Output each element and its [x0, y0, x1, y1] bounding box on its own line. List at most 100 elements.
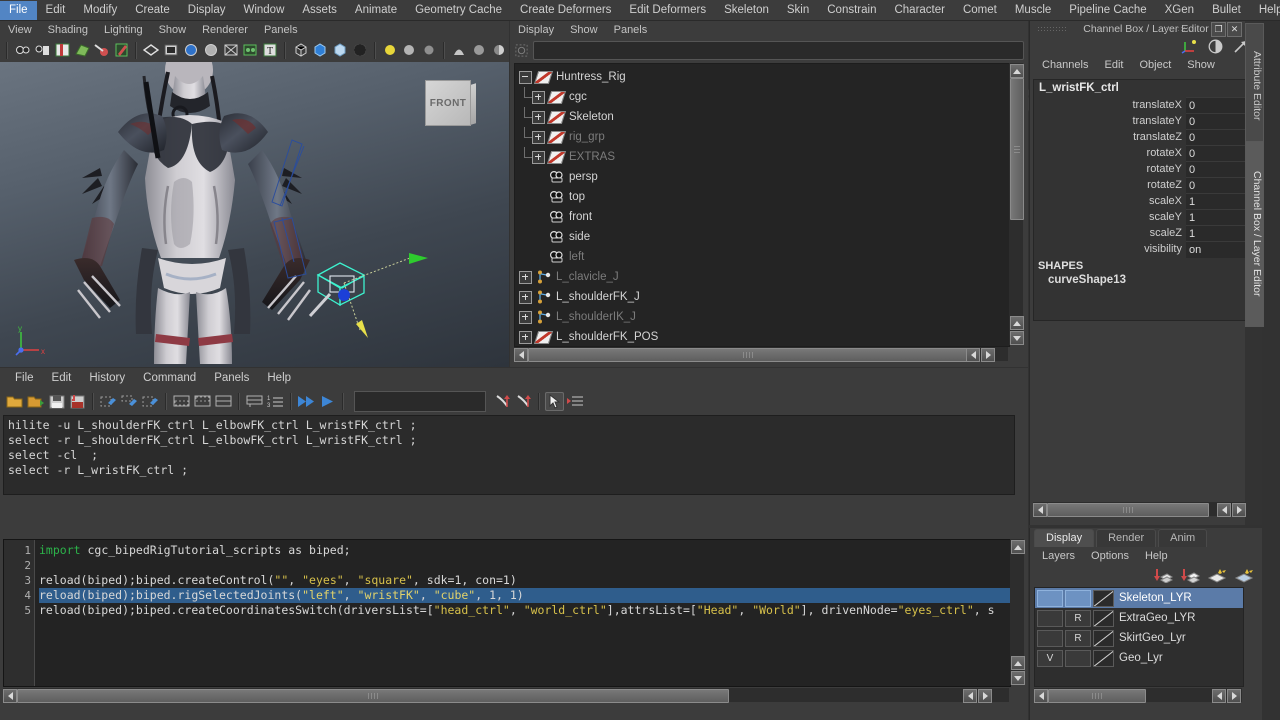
camera-settings-icon[interactable] — [33, 41, 51, 60]
outliner-horizontal-scrollbar[interactable] — [514, 347, 1008, 362]
view-cube[interactable]: FRONT — [425, 80, 471, 126]
anti-alias-icon[interactable] — [470, 41, 488, 60]
channel-box-shape-name[interactable]: curveShape13 — [1034, 273, 1247, 287]
outliner-hscroll-left-button[interactable] — [514, 348, 528, 362]
viewport-menu-show[interactable]: Show — [151, 22, 195, 38]
menu-item-animate[interactable]: Animate — [346, 1, 406, 20]
layer-hscrollbar[interactable] — [1034, 688, 1242, 703]
outliner-row[interactable]: left — [515, 247, 993, 267]
input-hscroll-left2-button[interactable] — [963, 689, 977, 703]
expand-button[interactable] — [519, 330, 532, 344]
script-menu-command[interactable]: Command — [134, 369, 205, 388]
layer-tab-render[interactable]: Render — [1096, 529, 1157, 547]
expand-button[interactable] — [519, 290, 532, 304]
layer-hscroll-left2-button[interactable] — [1212, 689, 1226, 703]
menu-item-help[interactable]: Help — [1250, 1, 1280, 20]
menu-item-character[interactable]: Character — [885, 1, 954, 20]
layer-color-swatch[interactable] — [1093, 649, 1114, 667]
code-area[interactable]: import cgc_bipedRigTutorial_scripts as b… — [35, 540, 1010, 686]
outliner-row[interactable]: top — [515, 187, 993, 207]
expand-button[interactable] — [532, 150, 545, 164]
tab-attribute-editor[interactable]: Attribute Editor — [1245, 23, 1264, 149]
cb-hscroll-right-button[interactable] — [1232, 503, 1246, 517]
occlusion-icon[interactable] — [450, 41, 468, 60]
channel-value[interactable]: on — [1186, 240, 1247, 258]
script-editor-input[interactable]: 1 2 3 4 5 import cgc_bipedRigTutorial_script… — [3, 539, 1011, 687]
pointer-icon[interactable] — [545, 391, 564, 411]
channel-value[interactable]: 1 — [1186, 208, 1247, 226]
channel-value[interactable]: 1 — [1186, 224, 1247, 242]
layer-hscroll-thumb[interactable] — [1048, 689, 1146, 703]
channel-box-list[interactable]: L_wristFK_ctrl translateX 0 translateY 0 tra… — [1033, 79, 1248, 321]
menu-item-display[interactable]: Display — [179, 1, 235, 20]
menu-item-xgen[interactable]: XGen — [1156, 1, 1203, 20]
channel-value[interactable]: 0 — [1186, 176, 1247, 194]
cb-hscroll-thumb[interactable] — [1047, 503, 1209, 517]
channel-box-menu-channels[interactable]: Channels — [1034, 57, 1096, 74]
code-line[interactable]: import cgc_bipedRigTutorial_scripts as b… — [39, 543, 1010, 558]
outliner-scroll-up2-button[interactable] — [1010, 316, 1024, 330]
script-editor-search-input[interactable] — [354, 390, 486, 412]
channel-value[interactable]: 0 — [1186, 160, 1247, 178]
save-script-icon[interactable] — [47, 392, 66, 411]
channel-value[interactable]: 0 — [1186, 128, 1247, 146]
layer-menu-layers[interactable]: Layers — [1034, 548, 1083, 565]
channel-box-menu-edit[interactable]: Edit — [1096, 57, 1131, 74]
menu-item-skin[interactable]: Skin — [778, 1, 818, 20]
menu-item-edit[interactable]: Edit — [37, 1, 75, 20]
film-gate-icon[interactable] — [162, 41, 180, 60]
layer-tab-display[interactable]: Display — [1034, 529, 1095, 547]
open-script-icon[interactable] — [5, 392, 24, 411]
menu-item-skeleton[interactable]: Skeleton — [715, 1, 778, 20]
toggle-numbering-icon[interactable]: 1 3 — [266, 392, 285, 411]
menu-item-constrain[interactable]: Constrain — [818, 1, 885, 20]
script-menu-panels[interactable]: Panels — [205, 369, 258, 388]
cb-hscroll-left2-button[interactable] — [1217, 503, 1231, 517]
shading-toggle-icon[interactable] — [1208, 39, 1223, 54]
expand-button[interactable] — [519, 310, 532, 324]
wireframe-icon[interactable] — [291, 41, 309, 60]
layer-mode-toggle[interactable] — [1065, 649, 1091, 667]
tab-channel-box-layer-editor[interactable]: Channel Box / Layer Editor — [1245, 141, 1264, 327]
two-d-pan-zoom-icon[interactable] — [92, 41, 110, 60]
outliner-tree-container[interactable]: Huntress_Rig cgc Skeleton rig_grp EXTRAS pers… — [514, 63, 1010, 347]
channel-box-hscrollbar[interactable] — [1033, 502, 1246, 517]
layer-visibility-toggle[interactable]: V — [1037, 649, 1063, 667]
menu-item-comet[interactable]: Comet — [954, 1, 1006, 20]
layer-visibility-toggle[interactable] — [1037, 629, 1063, 647]
script-menu-history[interactable]: History — [80, 369, 134, 388]
expand-button[interactable] — [532, 130, 545, 144]
clear-input-icon[interactable] — [120, 392, 139, 411]
menu-item-geometry-cache[interactable]: Geometry Cache — [406, 1, 511, 20]
script-menu-help[interactable]: Help — [258, 369, 300, 388]
viewport-menu-view[interactable]: View — [0, 22, 40, 38]
expand-button[interactable] — [532, 90, 545, 104]
use-default-light-icon[interactable] — [381, 41, 399, 60]
new-layer-icon[interactable] — [1153, 568, 1173, 583]
expand-button[interactable] — [519, 270, 532, 284]
viewport-menu-renderer[interactable]: Renderer — [194, 22, 256, 38]
select-to-start-icon[interactable] — [493, 392, 512, 411]
new-layer-from-selected-icon[interactable] — [1180, 568, 1200, 583]
channel-value[interactable]: 0 — [1186, 112, 1247, 130]
outliner-row[interactable]: side — [515, 227, 993, 247]
close-icon[interactable]: ✕ — [1227, 22, 1242, 37]
outliner-menu-show[interactable]: Show — [562, 22, 606, 39]
layer-row[interactable]: V Geo_Lyr — [1035, 648, 1243, 668]
code-line[interactable]: reload(biped);biped.createControl("", "e… — [39, 573, 1010, 588]
outliner-scroll-up-button[interactable] — [1010, 64, 1024, 78]
layer-color-swatch[interactable] — [1093, 589, 1114, 607]
clear-history-icon[interactable] — [99, 392, 118, 411]
smooth-shade-textured-icon[interactable] — [331, 41, 349, 60]
viewport-menu-shading[interactable]: Shading — [40, 22, 96, 38]
wireframe-shaded-icon[interactable] — [142, 41, 160, 60]
channel-value[interactable]: 0 — [1186, 144, 1247, 162]
channel-box-menu-show[interactable]: Show — [1179, 57, 1223, 74]
outliner-hscroll-thumb[interactable] — [528, 348, 968, 362]
outliner-scroll-thumb[interactable] — [1010, 78, 1024, 220]
layer-mode-toggle[interactable]: R — [1065, 629, 1091, 647]
channel-value[interactable]: 1 — [1186, 192, 1247, 210]
show-line-numbers-icon[interactable] — [245, 392, 264, 411]
clear-all-icon[interactable] — [141, 392, 160, 411]
load-script-icon[interactable] — [26, 392, 45, 411]
